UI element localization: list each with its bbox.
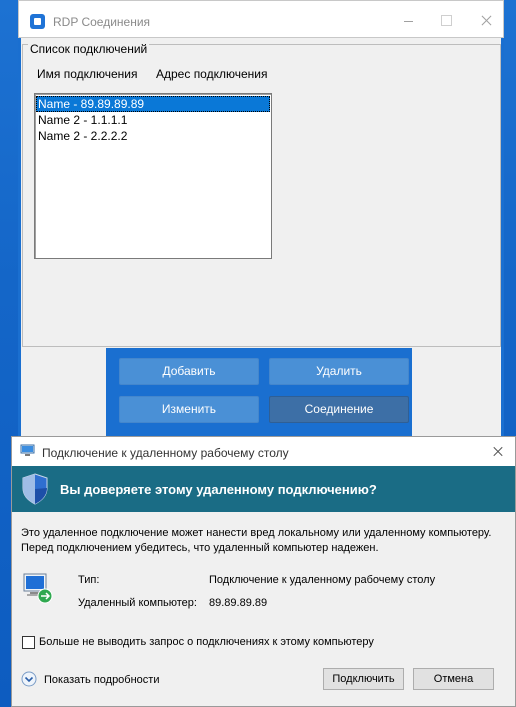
chevron-down-icon[interactable] (21, 671, 37, 687)
cancel-button[interactable]: Отмена (413, 668, 494, 690)
edit-button[interactable]: Изменить (119, 396, 259, 423)
trust-question: Вы доверяете этому удаленному подключени… (60, 482, 377, 497)
dont-ask-checkbox[interactable] (22, 636, 35, 649)
connect-dialog-button[interactable]: Подключить (323, 668, 404, 690)
trust-banner: Вы доверяете этому удаленному подключени… (12, 466, 515, 512)
warning-line: Перед подключением убедитесь, что удален… (21, 542, 379, 554)
rdp-connections-window: RDP Соединения Список подключений Имя по… (18, 0, 504, 440)
close-icon[interactable] (469, 1, 503, 39)
computer-icon (23, 573, 53, 604)
connections-listbox[interactable]: Name - 89.89.89.89 Name 2 - 1.1.1.1 Name… (34, 93, 272, 259)
add-button[interactable]: Добавить (119, 358, 259, 385)
column-header-address: Адрес подключения (156, 67, 268, 81)
rdp-window-title: RDP Соединения (53, 15, 151, 29)
rdc-dialog-title: Подключение к удаленному рабочему столу (42, 446, 289, 460)
remote-computer-label: Удаленный компьютер: (78, 597, 197, 609)
shield-icon (22, 473, 48, 505)
button-panel: Добавить Удалить Изменить Соединение (106, 348, 412, 440)
show-details-link[interactable]: Показать подробности (44, 674, 159, 686)
warning-line: Это удаленное подключение может нанести … (21, 527, 492, 539)
connect-button[interactable]: Соединение (269, 396, 409, 423)
rdc-titlebar[interactable]: Подключение к удаленному рабочему столу (12, 437, 515, 466)
rdp-window-body: Список подключений Имя подключения Адрес… (21, 38, 501, 440)
rdp-titlebar[interactable]: RDP Соединения (18, 0, 504, 38)
list-item[interactable]: Name 2 - 1.1.1.1 (36, 112, 270, 128)
column-header-name: Имя подключения (37, 67, 138, 81)
list-item[interactable]: Name 2 - 2.2.2.2 (36, 128, 270, 144)
close-icon[interactable] (482, 437, 514, 466)
connections-groupbox: Список подключений Имя подключения Адрес… (22, 42, 501, 347)
maximize-icon[interactable] (429, 1, 463, 39)
groupbox-title: Список подключений (28, 42, 150, 56)
remote-desktop-icon (20, 444, 35, 456)
dont-ask-label[interactable]: Больше не выводить запрос о подключениях… (39, 636, 374, 648)
type-value: Подключение к удаленному рабочему столу (209, 574, 436, 586)
delete-button[interactable]: Удалить (269, 358, 409, 385)
remote-computer-value: 89.89.89.89 (209, 597, 268, 609)
list-item[interactable]: Name - 89.89.89.89 (36, 96, 270, 112)
app-icon (30, 14, 45, 29)
type-label: Тип: (78, 574, 100, 586)
warning-text: Это удаленное подключение может нанести … (21, 526, 511, 556)
minimize-icon[interactable] (391, 1, 425, 39)
remote-desktop-dialog: Подключение к удаленному рабочему столу … (11, 436, 516, 707)
